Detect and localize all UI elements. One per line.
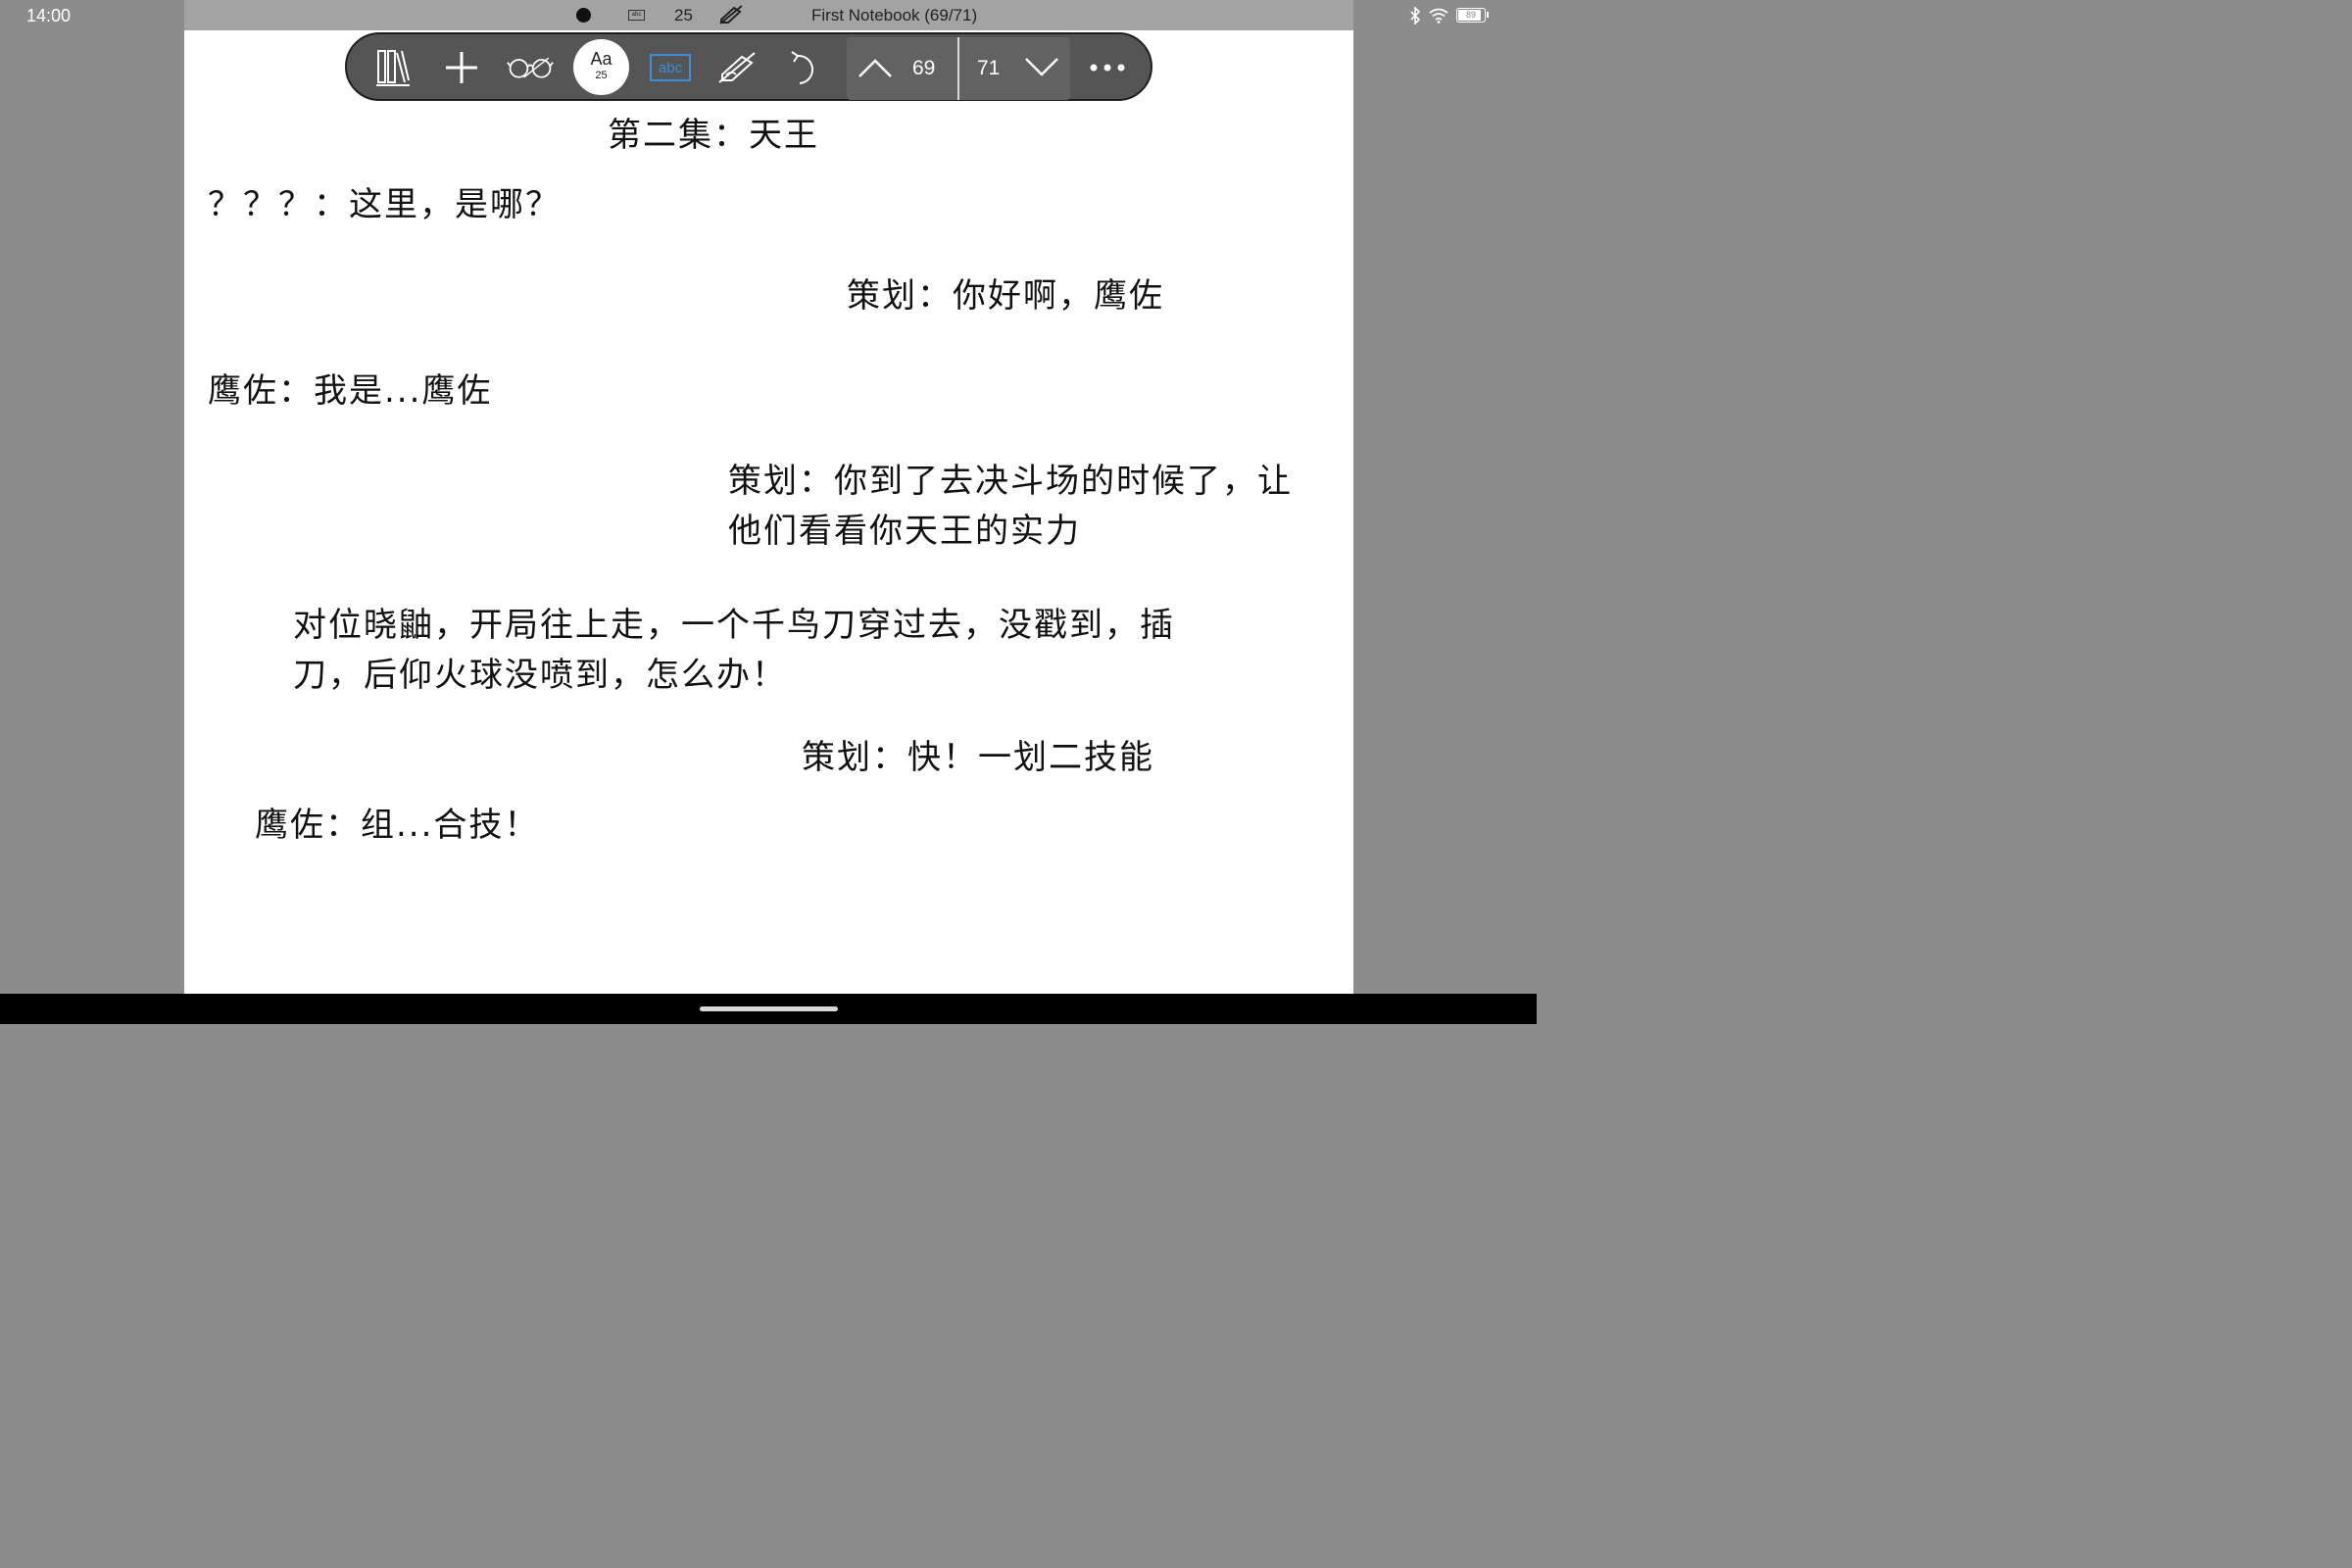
dialogue-line: ？？？：这里，是哪？	[208, 185, 561, 224]
font-button-label: Aa	[590, 49, 612, 69]
dialogue-line: 策划：快！一划二技能	[802, 738, 1154, 777]
clock: 14:00	[26, 6, 72, 25]
undo-button[interactable]	[781, 45, 828, 90]
handwriting-off-icon	[719, 5, 743, 24]
library-button[interactable]	[369, 45, 416, 90]
bluetooth-icon	[1410, 6, 1421, 24]
page-navigator: 69 71	[847, 37, 1070, 100]
episode-heading: 第二集：天王	[608, 116, 819, 155]
undo-icon	[791, 51, 814, 84]
dialogue-line: 对位晓鼬，开局往上走，一个千鸟刀穿过去，没戳到，插	[293, 606, 1175, 645]
dialogue-line: 刀，后仰火球没喷到，怎么办！	[293, 656, 787, 695]
dialogue-line: 策划：你好啊，鹰佐	[847, 276, 1164, 316]
battery-level: 89	[1465, 10, 1476, 20]
chevron-up-icon	[858, 59, 892, 77]
previous-page-button[interactable]	[852, 45, 899, 90]
record-dot-icon	[576, 8, 591, 23]
abc-icon-label: abc	[659, 60, 683, 76]
dialogue-line: 鹰佐：我是...鹰佐	[208, 371, 493, 411]
abc-icon: abc	[650, 54, 691, 81]
pen-off-icon	[718, 52, 756, 83]
text-recognition-button[interactable]: abc	[647, 45, 694, 90]
next-page-button[interactable]	[1018, 45, 1065, 90]
status-bar: 14:00 abc 25 First Notebook (69/71) 89	[0, 0, 1537, 30]
home-gesture-handle[interactable]	[700, 1006, 838, 1011]
font-size-button[interactable]: Aa 25	[573, 39, 629, 95]
add-button[interactable]	[438, 45, 485, 90]
reading-mode-button[interactable]	[507, 45, 554, 90]
status-center: abc 25 First Notebook (69/71)	[184, 0, 1353, 30]
system-icons: 89	[1409, 5, 1489, 25]
page-divider	[957, 37, 959, 100]
more-button[interactable]	[1084, 45, 1131, 90]
wifi-icon	[1429, 8, 1448, 24]
system-nav-bar	[0, 994, 1537, 1024]
font-size-indicator: 25	[674, 6, 693, 24]
total-pages: 71	[977, 57, 1001, 79]
dialogue-line: 策划：你到了去决斗场的时候了，让	[728, 462, 1293, 501]
dialogue-line: 鹰佐：组...合技！	[255, 806, 540, 845]
document-title: First Notebook (69/71)	[811, 6, 978, 24]
glasses-icon	[507, 57, 554, 78]
abc-mini-icon: abc	[628, 10, 645, 21]
chevron-down-icon	[1025, 58, 1058, 76]
font-button-size: 25	[595, 70, 608, 81]
handwriting-toggle-button[interactable]	[713, 45, 760, 90]
dialogue-line: 他们看看你天王的实力	[728, 512, 1081, 551]
library-icon	[376, 50, 410, 86]
current-page: 69	[912, 57, 936, 79]
battery-icon: 89	[1456, 8, 1489, 23]
plus-icon	[446, 52, 477, 83]
reader-toolbar: Aa 25 abc 69 71	[345, 32, 1152, 101]
more-icon	[1090, 64, 1125, 72]
